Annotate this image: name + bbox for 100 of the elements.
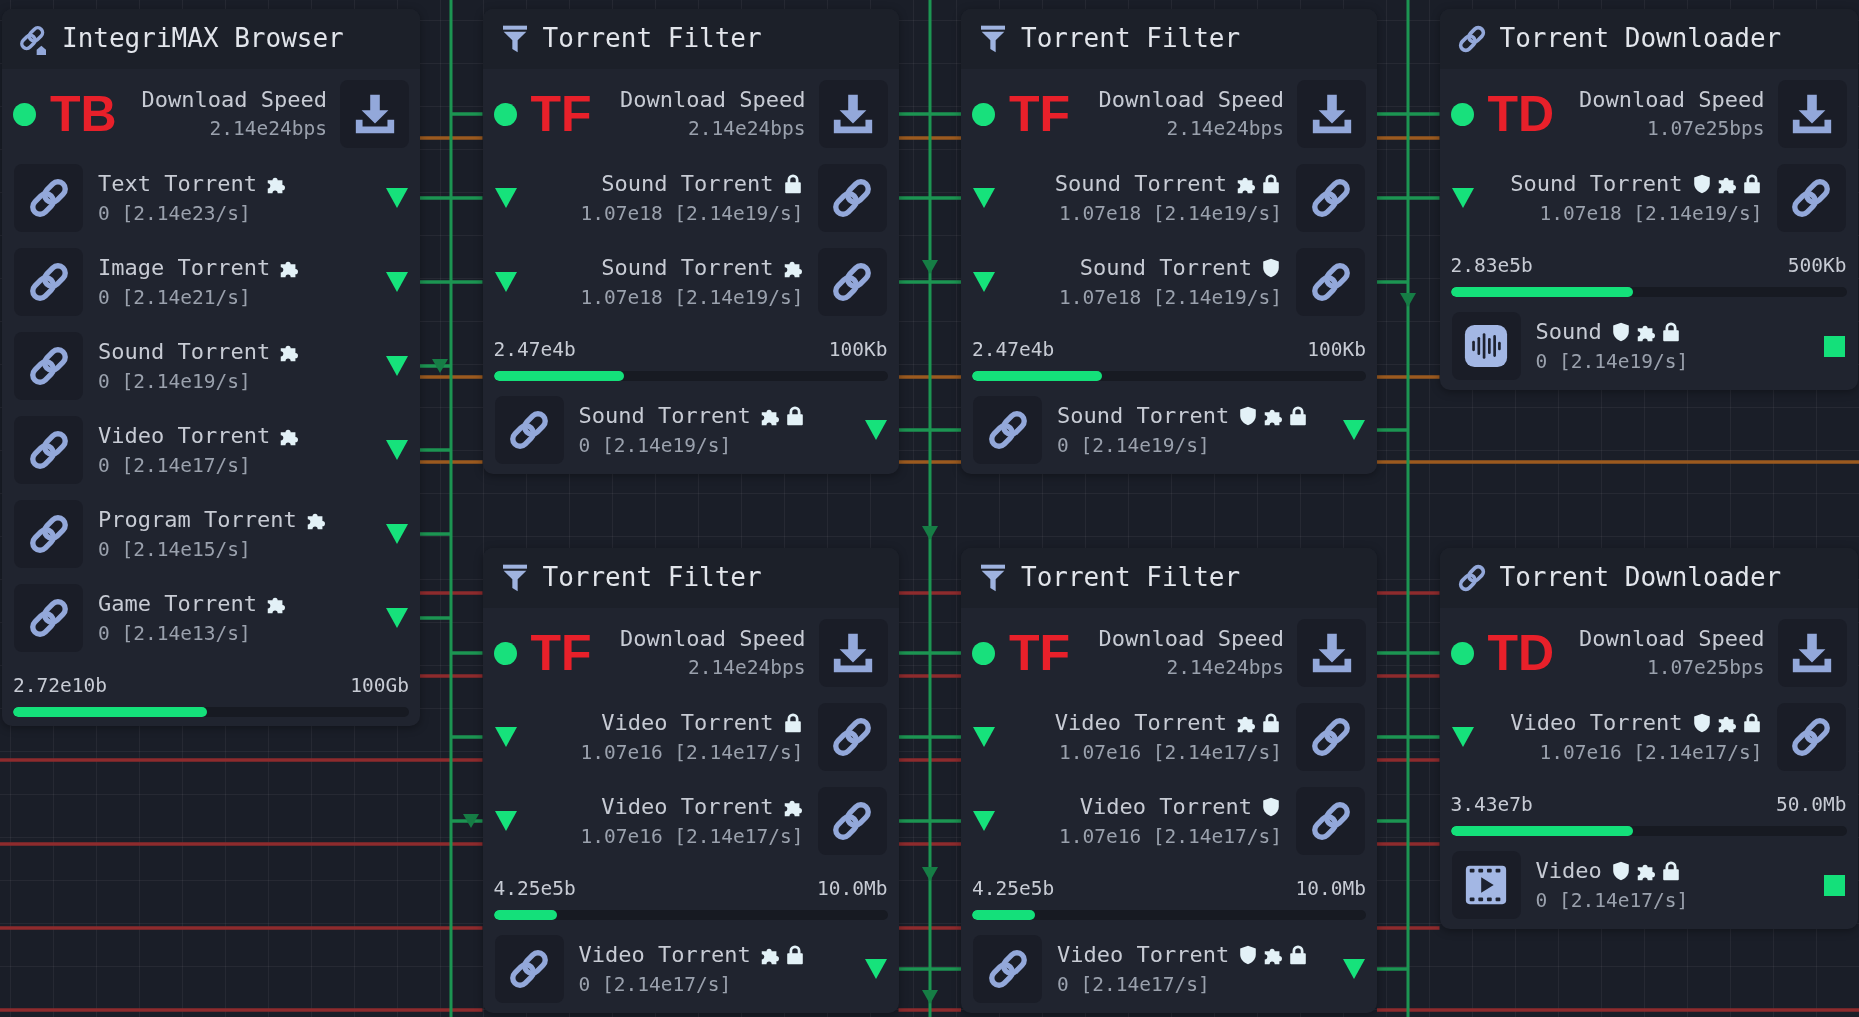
triangle-port-icon[interactable] <box>494 188 517 208</box>
link-icon <box>14 164 83 232</box>
transfer-rate: 1.07e18 [2.14e19/s] <box>580 201 804 227</box>
triangle-port-icon[interactable] <box>864 959 887 979</box>
speed-label: Download Speed <box>620 625 806 653</box>
torrent-name: Video Torrent <box>1057 941 1230 969</box>
size-limit: 100Kb <box>1307 337 1366 363</box>
size-limit: 500Kb <box>1787 253 1847 279</box>
triangle-port-icon[interactable] <box>1343 959 1365 979</box>
link-icon <box>14 332 83 400</box>
transfer-rate: 1.07e18 [2.14e19/s] <box>580 285 804 311</box>
node-title: IntegriMAX Browser <box>62 23 344 55</box>
node-title: Torrent Filter <box>542 23 762 55</box>
node-title: Torrent Filter <box>1021 562 1241 594</box>
speed-value: 1.07e25bps <box>1647 655 1765 681</box>
link-icon <box>14 584 83 652</box>
triangle-port-icon[interactable] <box>386 524 408 544</box>
download-icon <box>1777 619 1847 687</box>
transfer-rate: 0 [2.14e19/s] <box>1535 349 1689 375</box>
triangle-port-icon[interactable] <box>494 811 517 831</box>
link-icon <box>1296 164 1365 232</box>
torrent-name: Sound Torrent <box>1510 170 1683 198</box>
speed-label: Download Speed <box>141 86 327 114</box>
link-icon <box>1776 164 1846 232</box>
torrent-name: Video Torrent <box>1510 709 1683 737</box>
torrent-name: Video Torrent <box>601 793 774 821</box>
downloaded-amount: 2.47e4b <box>493 337 576 363</box>
speed-value: 2.14e24bps <box>688 116 806 142</box>
download-icon <box>1777 80 1847 148</box>
speed-label: Download Speed <box>1579 86 1765 114</box>
speed-value: 2.14e24bps <box>1166 655 1284 681</box>
triangle-port-icon[interactable] <box>386 188 408 208</box>
node-title: Torrent Downloader <box>1499 562 1782 594</box>
torrent-name: Video Torrent <box>578 941 751 969</box>
link-icon <box>494 396 564 464</box>
torrent-name: Sound Torrent <box>578 402 751 430</box>
node-code: TF <box>1009 628 1071 678</box>
triangle-port-icon[interactable] <box>973 811 995 831</box>
transfer-rate: 1.07e16 [2.14e17/s] <box>1058 824 1282 850</box>
speed-label: Download Speed <box>1098 86 1284 114</box>
triangle-port-icon[interactable] <box>1451 727 1474 747</box>
transfer-rate: 1.07e18 [2.14e19/s] <box>1058 201 1282 227</box>
link-icon <box>973 935 1042 1003</box>
triangle-port-icon[interactable] <box>386 272 408 292</box>
triangle-port-icon[interactable] <box>386 356 408 376</box>
link-icon <box>1776 703 1846 771</box>
transfer-rate: 1.07e16 [2.14e17/s] <box>1539 740 1763 766</box>
torrent-name: Sound Torrent <box>1057 402 1230 430</box>
torrent-name: Sound Torrent <box>601 254 774 282</box>
link-icon <box>494 935 564 1003</box>
triangle-port-icon[interactable] <box>973 727 995 747</box>
torrent-name: Video Torrent <box>1079 793 1252 821</box>
triangle-port-icon[interactable] <box>1343 420 1365 440</box>
transfer-rate: 0 [2.14e17/s] <box>1057 972 1210 998</box>
downloaded-amount: 2.83e5b <box>1450 253 1533 279</box>
transfer-rate: 1.07e16 [2.14e17/s] <box>1058 740 1282 766</box>
torrent-name: Video Torrent <box>98 422 271 450</box>
size-limit: 100Kb <box>828 337 888 363</box>
triangle-port-icon[interactable] <box>494 727 517 747</box>
size-limit: 50.0Mb <box>1776 792 1847 818</box>
triangle-port-icon[interactable] <box>1451 188 1474 208</box>
square-port-icon[interactable] <box>1823 335 1845 357</box>
link-icon <box>817 703 887 771</box>
downloaded-amount: 4.25e5b <box>493 876 576 902</box>
square-port-icon[interactable] <box>1823 874 1845 896</box>
transfer-rate: 1.07e16 [2.14e17/s] <box>580 824 804 850</box>
torrent-name: Program Torrent <box>98 506 297 534</box>
speed-value: 1.07e25bps <box>1647 116 1765 142</box>
transfer-rate: 0 [2.14e21/s] <box>98 285 251 311</box>
link-icon <box>973 396 1042 464</box>
triangle-port-icon[interactable] <box>973 272 995 292</box>
transfer-rate: 0 [2.14e23/s] <box>98 201 251 227</box>
transfer-rate: 0 [2.14e19/s] <box>1057 433 1210 459</box>
transfer-rate: 1.07e18 [2.14e19/s] <box>1058 285 1282 311</box>
node-title: Torrent Downloader <box>1499 23 1782 55</box>
transfer-rate: 0 [2.14e19/s] <box>98 369 251 395</box>
torrent-name: Text Torrent <box>98 170 257 198</box>
triangle-port-icon[interactable] <box>973 188 995 208</box>
transfer-rate: 1.07e18 [2.14e19/s] <box>1539 201 1763 227</box>
triangle-port-icon[interactable] <box>494 272 517 292</box>
film-play-icon <box>1451 851 1521 919</box>
triangle-port-icon[interactable] <box>386 440 408 460</box>
speed-label: Download Speed <box>1098 625 1284 653</box>
link-icon <box>14 416 83 484</box>
link-icon <box>1296 787 1365 855</box>
speed-label: Download Speed <box>1579 625 1765 653</box>
torrent-name: Video <box>1535 857 1602 885</box>
torrent-name: Image Torrent <box>98 254 271 282</box>
download-icon <box>818 619 888 687</box>
link-icon <box>817 248 887 316</box>
node-code: TD <box>1487 628 1555 678</box>
link-icon <box>1296 248 1365 316</box>
transfer-rate: 1.07e16 [2.14e17/s] <box>580 740 804 766</box>
speed-label: Download Speed <box>620 86 806 114</box>
node-code: TF <box>530 89 592 139</box>
size-limit: 100Gb <box>350 673 409 699</box>
downloaded-amount: 2.72e10b <box>13 673 107 699</box>
triangle-port-icon[interactable] <box>386 608 408 628</box>
torrent-name: Sound Torrent <box>1079 254 1252 282</box>
triangle-port-icon[interactable] <box>864 420 887 440</box>
